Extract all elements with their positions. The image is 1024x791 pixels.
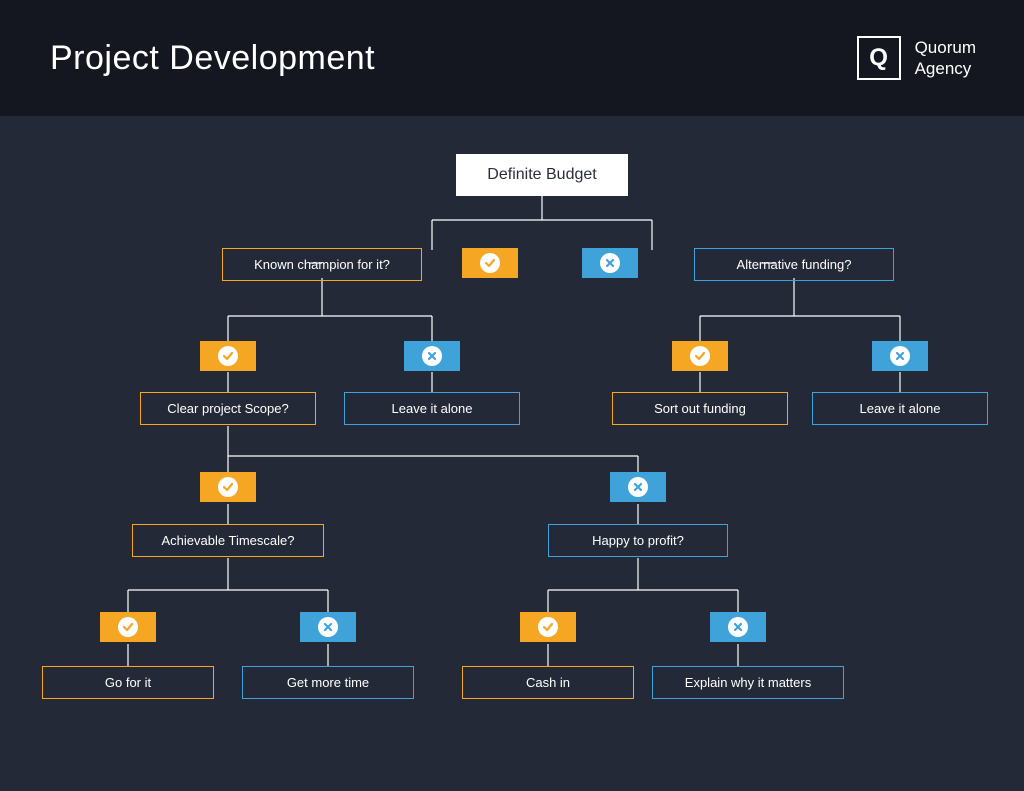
node-achievable-timescale: Achievable Timescale? xyxy=(132,524,324,557)
cross-icon xyxy=(890,346,910,366)
node-alternative-funding: Alternative funding? xyxy=(694,248,894,281)
badge-no-budget xyxy=(582,248,638,278)
badge-no-timescale xyxy=(300,612,356,642)
badge-yes-profit xyxy=(520,612,576,642)
diagram-canvas: Definite Budget Known champion for it? A… xyxy=(0,116,1024,791)
page-title: Project Development xyxy=(50,39,375,78)
badge-yes-budget xyxy=(462,248,518,278)
badge-no-scope xyxy=(610,472,666,502)
node-clear-scope: Clear project Scope? xyxy=(140,392,316,425)
check-icon xyxy=(480,253,500,273)
cross-icon xyxy=(600,253,620,273)
brand-logo: Q Quorum Agency xyxy=(857,36,976,80)
check-icon xyxy=(118,617,138,637)
node-known-champion: Known champion for it? xyxy=(222,248,422,281)
check-icon xyxy=(218,346,238,366)
badge-no-profit xyxy=(710,612,766,642)
header-bar: Project Development Q Quorum Agency xyxy=(0,0,1024,116)
cross-icon xyxy=(318,617,338,637)
brand-line1: Quorum xyxy=(915,37,976,58)
cross-icon xyxy=(422,346,442,366)
node-explain-why: Explain why it matters xyxy=(652,666,844,699)
badge-yes-timescale xyxy=(100,612,156,642)
node-definite-budget: Definite Budget xyxy=(456,154,628,196)
node-get-more-time: Get more time xyxy=(242,666,414,699)
cross-icon xyxy=(728,617,748,637)
brand-line2: Agency xyxy=(915,58,976,79)
cross-icon xyxy=(628,477,648,497)
badge-no-champion xyxy=(404,341,460,371)
node-leave-it-alone-1: Leave it alone xyxy=(344,392,520,425)
brand-mark: Q xyxy=(857,36,901,80)
brand-text: Quorum Agency xyxy=(915,37,976,80)
check-icon xyxy=(538,617,558,637)
badge-yes-altfund xyxy=(672,341,728,371)
badge-yes-scope xyxy=(200,472,256,502)
node-cash-in: Cash in xyxy=(462,666,634,699)
check-icon xyxy=(218,477,238,497)
badge-no-altfund xyxy=(872,341,928,371)
node-leave-it-alone-2: Leave it alone xyxy=(812,392,988,425)
badge-yes-champion xyxy=(200,341,256,371)
node-happy-to-profit: Happy to profit? xyxy=(548,524,728,557)
node-go-for-it: Go for it xyxy=(42,666,214,699)
node-sort-out-funding: Sort out funding xyxy=(612,392,788,425)
check-icon xyxy=(690,346,710,366)
